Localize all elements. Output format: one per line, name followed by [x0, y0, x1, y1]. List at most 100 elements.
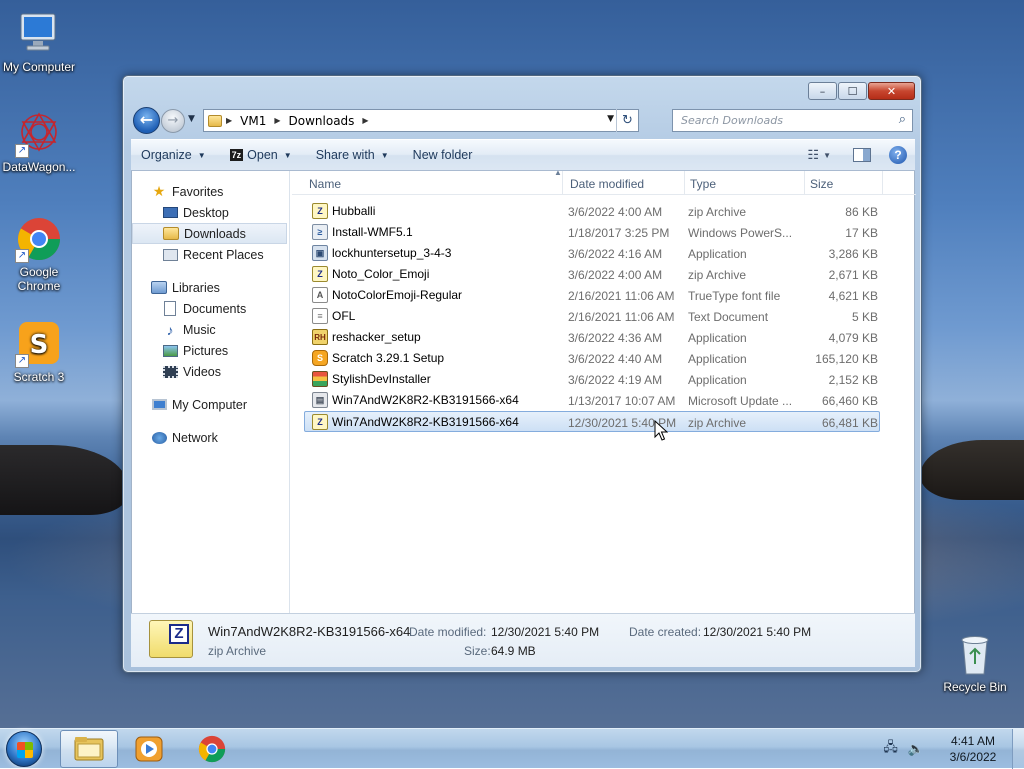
nav-music[interactable]: ♪ Music: [132, 319, 289, 340]
organize-button[interactable]: Organize ▼: [141, 148, 206, 162]
view-options-icon[interactable]: ☷: [807, 147, 819, 163]
table-row[interactable]: ▤ Win7AndW2K8R2-KB3191566-x64 1/13/2017 10…: [292, 390, 916, 411]
file-size: 86 KB: [845, 205, 878, 219]
music-icon: ♪: [166, 321, 174, 338]
nav-videos[interactable]: Videos: [132, 361, 289, 382]
nav-downloads[interactable]: Downloads: [132, 223, 287, 244]
details-modified-value: 12/30/2021 5:40 PM: [491, 625, 600, 639]
chevron-down-icon: ▼: [283, 150, 292, 160]
maximize-button[interactable]: ☐: [838, 82, 867, 100]
desktop-icon-datawagon[interactable]: ↗ DataWagon...: [0, 110, 81, 174]
details-file-type: zip Archive: [208, 644, 267, 658]
application-icon: ▣: [312, 245, 328, 261]
file-name: RH reshacker_setup: [312, 329, 552, 345]
table-row[interactable]: RH reshacker_setup 3/6/2022 4:36 AM Applica…: [292, 327, 916, 348]
details-created-value: 12/30/2021 5:40 PM: [703, 625, 812, 639]
nav-pictures[interactable]: Pictures: [132, 340, 289, 361]
nav-recent-places[interactable]: Recent Places: [132, 244, 289, 265]
column-header-name[interactable]: Name: [309, 177, 341, 191]
file-date-modified: 3/6/2022 4:00 AM: [568, 205, 663, 219]
documents-icon: [162, 301, 178, 317]
column-header-size[interactable]: Size: [810, 177, 833, 191]
file-name: Z Win7AndW2K8R2-KB3191566-x64: [312, 414, 552, 430]
file-name: Z Noto_Color_Emoji: [312, 266, 552, 282]
forward-button[interactable]: →: [161, 109, 185, 133]
system-tray: 🖧 🔈 4:41 AM 3/6/2022: [883, 729, 1024, 769]
chevron-down-icon[interactable]: ▼: [823, 151, 831, 160]
open-button[interactable]: 7z Open ▼: [229, 148, 292, 162]
file-list: ▲ Name Date modified Type Size Z Hubballi…: [292, 168, 916, 613]
network-icon: [151, 430, 167, 446]
refresh-button[interactable]: ↻: [616, 109, 638, 132]
file-type: zip Archive: [688, 268, 747, 282]
nav-libraries[interactable]: Libraries: [132, 277, 289, 298]
preview-pane-icon[interactable]: [853, 148, 871, 162]
help-icon[interactable]: ?: [889, 146, 907, 164]
file-name: Z Hubballi: [312, 203, 552, 219]
file-name: StylishDevInstaller: [312, 371, 552, 387]
volume-icon[interactable]: 🔈: [908, 742, 924, 757]
back-button[interactable]: ←: [133, 107, 160, 134]
file-size: 5 KB: [851, 310, 878, 324]
search-input[interactable]: Search Downloads ⌕: [672, 109, 913, 132]
file-name: ▣ lockhuntersetup_3-4-3: [312, 245, 552, 261]
desktop-icon-my-computer[interactable]: My Computer: [0, 10, 81, 74]
details-created-label: Date created:: [629, 625, 702, 639]
file-date-modified: 3/6/2022 4:16 AM: [568, 247, 663, 261]
address-dropdown-icon[interactable]: ▼: [607, 114, 614, 124]
taskbar: 🖧 🔈 4:41 AM 3/6/2022: [0, 728, 1024, 769]
folder-icon: [208, 114, 222, 128]
desktop-icon-google-chrome[interactable]: ↗ Google Chrome: [0, 215, 81, 293]
libraries-icon: [151, 280, 167, 296]
recent-pages-button[interactable]: ▼: [188, 114, 195, 124]
file-date-modified: 1/18/2017 3:25 PM: [568, 226, 670, 240]
desktop-icon-recycle-bin[interactable]: Recycle Bin: [933, 630, 1017, 694]
star-icon: ★: [152, 183, 166, 199]
nav-favorites[interactable]: ★ Favorites: [132, 181, 289, 202]
table-row[interactable]: StylishDevInstaller 3/6/2022 4:19 AM Appli…: [292, 369, 916, 390]
minimize-button[interactable]: –: [808, 82, 837, 100]
close-button[interactable]: ✕: [868, 82, 915, 100]
nav-documents[interactable]: Documents: [132, 298, 289, 319]
nav-desktop[interactable]: Desktop: [132, 202, 289, 223]
table-row[interactable]: ≥ Install-WMF5.1 1/18/2017 3:25 PM Windows …: [292, 222, 916, 243]
start-button[interactable]: [6, 731, 42, 767]
new-folder-button[interactable]: New folder: [413, 148, 473, 162]
table-row[interactable]: Z Win7AndW2K8R2-KB3191566-x64 12/30/2021 5…: [304, 411, 880, 432]
recycle-bin-icon: [951, 630, 999, 678]
clock[interactable]: 4:41 AM 3/6/2022: [934, 733, 1012, 765]
table-row[interactable]: Z Hubballi 3/6/2022 4:00 AM zip Archive 86 K…: [292, 201, 916, 222]
details-file-name: Win7AndW2K8R2-KB3191566-x64: [208, 624, 411, 639]
datawagon-icon: ↗: [15, 110, 63, 158]
desktop-icon-scratch[interactable]: S ↗ Scratch 3: [0, 320, 81, 384]
explorer-window: – ☐ ✕ ← → ▼ ▶ VM1 ▶ Downloads ▶ ▼ ↻ Sear…: [122, 75, 922, 673]
column-header-date[interactable]: Date modified: [570, 177, 644, 191]
table-row[interactable]: S Scratch 3.29.1 Setup 3/6/2022 4:40 AM App…: [292, 348, 916, 369]
show-desktop-button[interactable]: [1012, 729, 1024, 769]
table-row[interactable]: A NotoColorEmoji-Regular 2/16/2021 11:06 A…: [292, 285, 916, 306]
file-type: Application: [688, 247, 747, 261]
shortcut-arrow-icon: ↗: [15, 249, 29, 263]
search-icon[interactable]: ⌕: [899, 112, 906, 127]
nav-my-computer[interactable]: My Computer: [132, 394, 289, 415]
network-status-icon[interactable]: 🖧: [883, 738, 898, 760]
file-size: 165,120 KB: [815, 352, 878, 366]
file-date-modified: 3/6/2022 4:36 AM: [568, 331, 663, 345]
7zip-icon: 7z: [229, 149, 244, 161]
address-bar[interactable]: ▶ VM1 ▶ Downloads ▶ ▼ ↻: [203, 109, 639, 132]
chevron-down-icon: ▼: [380, 150, 389, 160]
column-header-type[interactable]: Type: [690, 177, 716, 191]
breadcrumb-downloads[interactable]: Downloads: [289, 114, 355, 128]
media-player-icon: [135, 736, 163, 762]
table-row[interactable]: Z Noto_Color_Emoji 3/6/2022 4:00 AM zip Arc…: [292, 264, 916, 285]
taskbar-media-player-button[interactable]: [120, 730, 178, 768]
details-pane: Z Win7AndW2K8R2-KB3191566-x64 zip Archiv…: [131, 613, 915, 667]
breadcrumb-vm1[interactable]: VM1: [240, 114, 266, 128]
table-row[interactable]: ≡ OFL 2/16/2021 11:06 AM Text Document 5 KB: [292, 306, 916, 327]
share-with-button[interactable]: Share with ▼: [316, 148, 389, 162]
taskbar-explorer-button[interactable]: [60, 730, 118, 768]
nav-network[interactable]: Network: [132, 427, 289, 448]
file-size: 66,460 KB: [821, 394, 878, 408]
taskbar-chrome-button[interactable]: [183, 730, 241, 768]
table-row[interactable]: ▣ lockhuntersetup_3-4-3 3/6/2022 4:16 AM Ap…: [292, 243, 916, 264]
